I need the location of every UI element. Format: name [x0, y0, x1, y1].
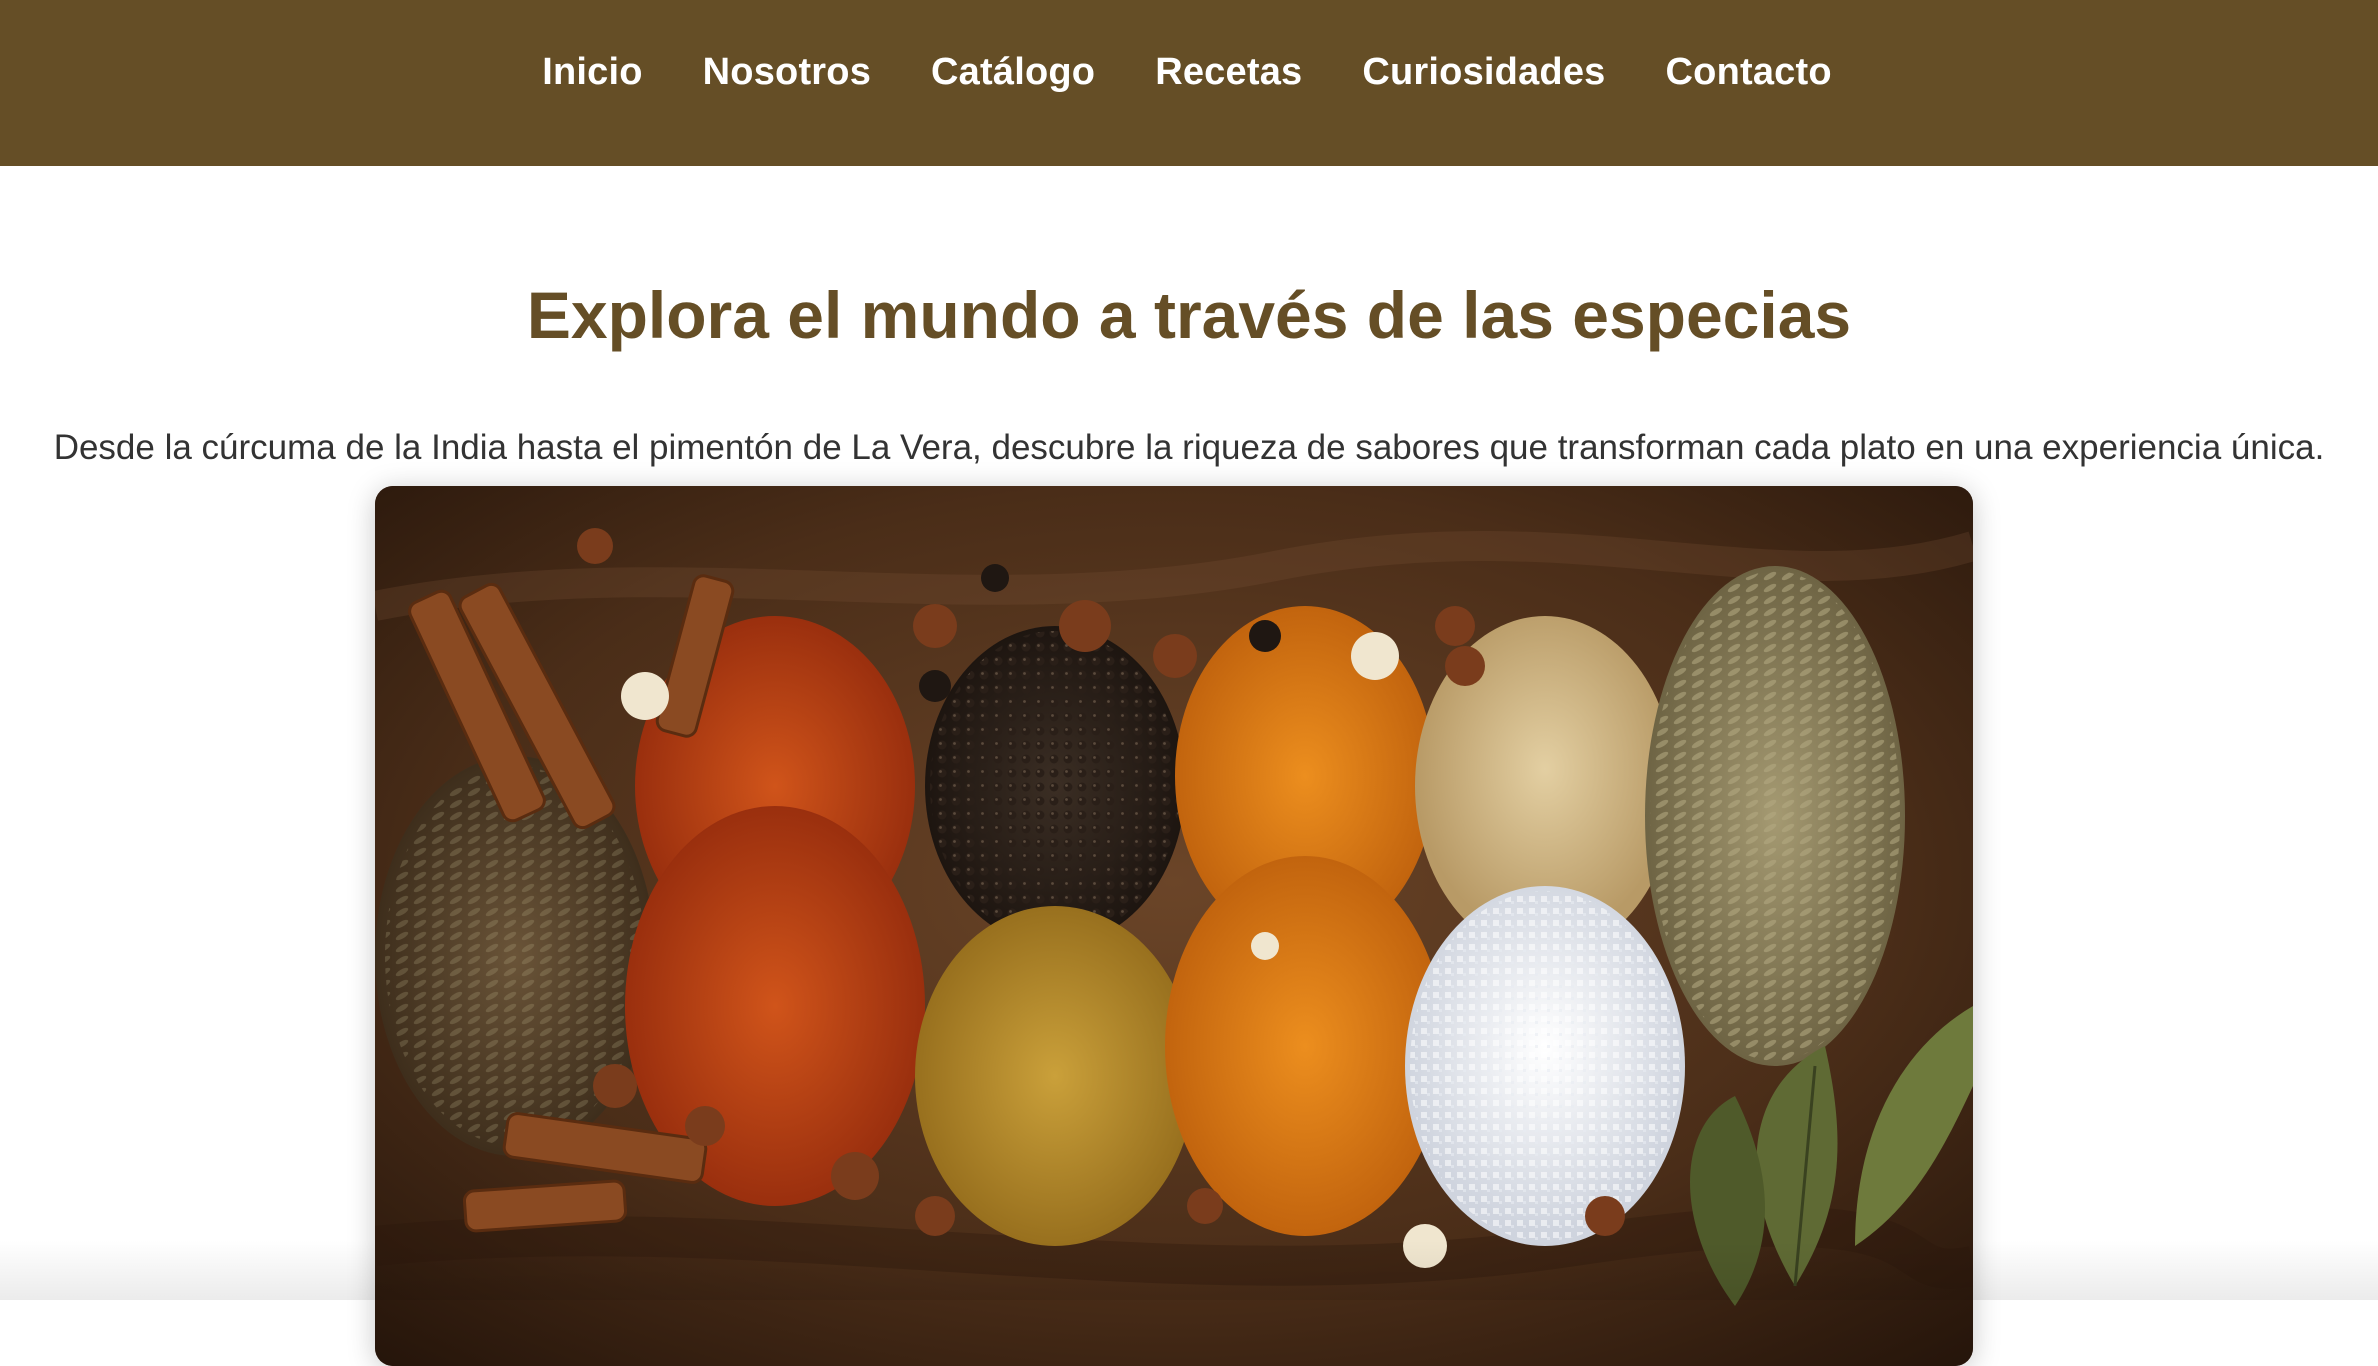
nav-link-contacto[interactable]: Contacto — [1666, 51, 1832, 93]
hero-description: Desde la cúrcuma de la India hasta el pi… — [0, 370, 2378, 468]
nav-link-curiosidades[interactable]: Curiosidades — [1362, 51, 1605, 93]
nav-link-catalogo[interactable]: Catálogo — [931, 51, 1095, 93]
nav-item-contacto: Contacto — [1666, 62, 1832, 105]
nav-item-curiosidades: Curiosidades — [1362, 62, 1605, 105]
nav-item-inicio: Inicio — [542, 62, 642, 105]
page-title: Explora el mundo a través de las especia… — [0, 166, 2378, 370]
nav-item-catalogo: Catálogo — [931, 62, 1095, 105]
nav-item-nosotros: Nosotros — [703, 62, 871, 105]
nav-link-recetas[interactable]: Recetas — [1155, 51, 1302, 93]
main-navigation: Inicio Nosotros Catálogo Recetas Curiosi… — [0, 0, 2378, 166]
nav-link-inicio[interactable]: Inicio — [542, 51, 642, 93]
spices-image — [375, 486, 1973, 1366]
nav-list: Inicio Nosotros Catálogo Recetas Curiosi… — [542, 62, 1832, 105]
nav-link-nosotros[interactable]: Nosotros — [703, 51, 871, 93]
nav-item-recetas: Recetas — [1155, 62, 1302, 105]
spices-illustration — [375, 486, 1973, 1366]
main-content: Explora el mundo a través de las especia… — [0, 166, 2378, 468]
